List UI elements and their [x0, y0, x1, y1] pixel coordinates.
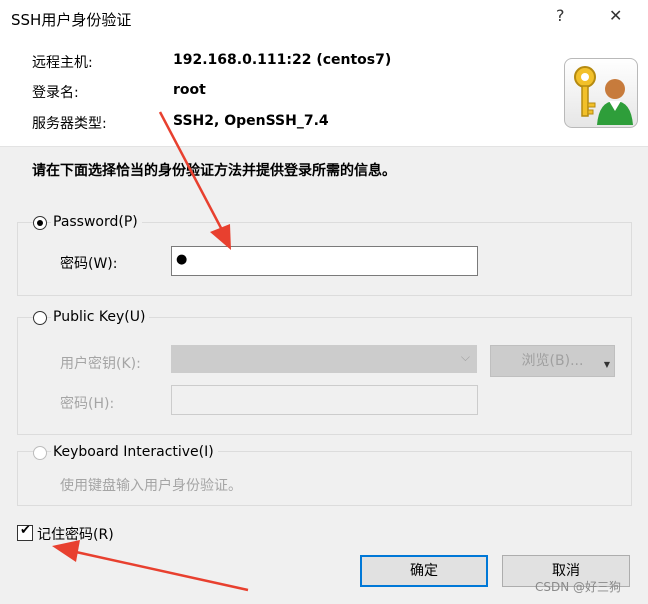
annotation-arrow-remember: [52, 540, 249, 592]
annotation-arrow-password: [158, 111, 231, 250]
watermark: CSDN @好三狗: [535, 580, 622, 594]
annotation-arrows: [52, 111, 249, 592]
